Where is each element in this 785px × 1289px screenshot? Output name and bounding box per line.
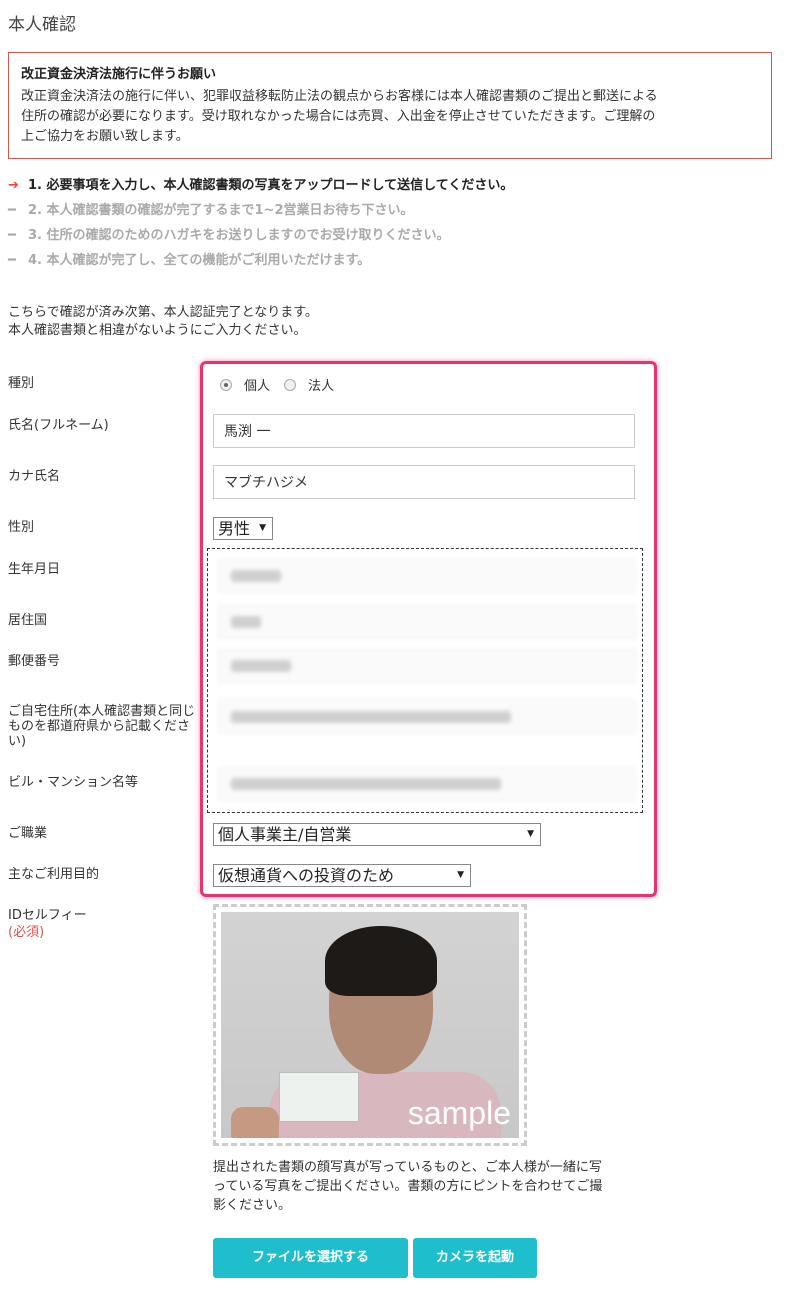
notice-box: 改正資金決済法施行に伴うお願い 改正資金決済法の施行に伴い、犯罪収益移転防止法の… xyxy=(8,52,772,159)
dash-icon: ━ xyxy=(8,253,16,268)
label-kana: カナ氏名 xyxy=(8,469,61,484)
dropdown-arrow-icon: ▼ xyxy=(527,829,534,839)
notice-title: 改正資金決済法施行に伴うお願い xyxy=(21,67,217,82)
steps-list: ➔ 1. 必要事項を入力し、本人確認書類の写真をアップロードして送信してください。… xyxy=(8,176,513,276)
sample-watermark: sample xyxy=(407,1095,511,1131)
intro-line: こちらで確認が済み次第、本人認証完了となります。 xyxy=(8,305,318,320)
radio-individual[interactable] xyxy=(220,378,232,391)
step-text: 2. 本人確認書類の確認が完了するまで1~2営業日お待ち下さい。 xyxy=(28,203,414,218)
notice-body: 改正資金決済法の施行に伴い、犯罪収益移転防止法の観点からお客様には本人確認書類の… xyxy=(21,87,759,147)
notice-line: 改正資金決済法の施行に伴い、犯罪収益移転防止法の観点からお客様には本人確認書類の… xyxy=(21,89,658,104)
dropdown-arrow-icon: ▼ xyxy=(457,870,464,880)
dash-icon: ━ xyxy=(8,203,16,218)
label-name: 氏名(フルネーム) xyxy=(8,418,109,433)
label-birthday: 生年月日 xyxy=(8,562,61,577)
label-address: ご自宅住所(本人確認書類と同じものを都道府県から記載ください) xyxy=(8,704,196,749)
label-selfie-text: IDセルフィー xyxy=(8,908,87,923)
purpose-select-value: 仮想通貨への投資のため xyxy=(218,866,395,885)
step-text: 3. 住所の確認のためのハガキをお送りしますのでお受け取りください。 xyxy=(28,228,450,243)
label-selfie: IDセルフィー (必須) xyxy=(8,907,87,941)
selfie-dropzone[interactable]: sample xyxy=(213,904,527,1146)
dropdown-arrow-icon: ▼ xyxy=(259,523,266,533)
step-text: 1. 必要事項を入力し、本人確認書類の写真をアップロードして送信してください。 xyxy=(28,178,514,193)
country-select[interactable] xyxy=(218,605,636,639)
notice-line: 住所の確認が必要になります。受け取れなかった場合には売買、入出金を停止させていた… xyxy=(21,109,656,124)
notice-line: 上ご協力をお願い致します。 xyxy=(21,129,189,144)
dash-icon: ━ xyxy=(8,228,16,243)
birthday-input[interactable] xyxy=(218,559,636,593)
selfie-sample-image: sample xyxy=(221,912,519,1138)
select-file-button[interactable]: ファイルを選択する xyxy=(213,1238,408,1278)
arrow-right-icon: ➔ xyxy=(8,178,19,193)
launch-camera-button[interactable]: カメラを起動 xyxy=(413,1238,537,1278)
gender-select[interactable]: 男性 ▼ xyxy=(213,517,273,540)
selfie-instructions: 提出された書類の顔写真が写っているものと、ご本人様が一緒に写っている写真をご提出… xyxy=(213,1160,603,1213)
intro-text: こちらで確認が済み次第、本人認証完了となります。 本人確認書類と相違がないように… xyxy=(8,304,318,340)
required-badge: (必須) xyxy=(8,925,45,940)
address-input[interactable] xyxy=(218,700,636,734)
purpose-select[interactable]: 仮想通貨への投資のため ▼ xyxy=(213,864,471,887)
label-type: 種別 xyxy=(8,376,35,391)
label-country: 居住国 xyxy=(8,613,48,628)
step-4: ━ 4. 本人確認が完了し、全ての機能がご利用いただけます。 xyxy=(8,251,513,276)
postal-input[interactable] xyxy=(218,649,636,683)
id-card-image xyxy=(279,1072,359,1122)
label-building: ビル・マンション名等 xyxy=(8,775,139,790)
radio-corporation-label[interactable]: 法人 xyxy=(308,375,334,394)
type-radio-group: 個人 法人 xyxy=(220,375,348,394)
label-occupation: ご職業 xyxy=(8,826,48,841)
step-text: 4. 本人確認が完了し、全ての機能がご利用いただけます。 xyxy=(28,253,371,268)
building-input[interactable] xyxy=(218,767,636,801)
gender-select-value: 男性 xyxy=(218,519,251,538)
label-purpose: 主なご利用目的 xyxy=(8,867,100,882)
occupation-select[interactable]: 個人事業主/自営業 ▼ xyxy=(213,823,541,846)
step-2: ━ 2. 本人確認書類の確認が完了するまで1~2営業日お待ち下さい。 xyxy=(8,201,513,226)
step-1: ➔ 1. 必要事項を入力し、本人確認書類の写真をアップロードして送信してください。 xyxy=(8,176,513,201)
intro-line: 本人確認書類と相違がないようにご入力ください。 xyxy=(8,323,307,338)
kana-input[interactable] xyxy=(213,465,635,499)
step-3: ━ 3. 住所の確認のためのハガキをお送りしますのでお受け取りください。 xyxy=(8,226,513,251)
name-input[interactable] xyxy=(213,414,635,448)
page-title: 本人確認 xyxy=(8,15,76,35)
label-gender: 性別 xyxy=(8,520,35,535)
redacted-region xyxy=(207,548,643,813)
radio-individual-label[interactable]: 個人 xyxy=(244,375,270,394)
occupation-select-value: 個人事業主/自営業 xyxy=(218,825,352,844)
radio-corporation[interactable] xyxy=(284,378,297,391)
label-postal: 郵便番号 xyxy=(8,654,61,669)
